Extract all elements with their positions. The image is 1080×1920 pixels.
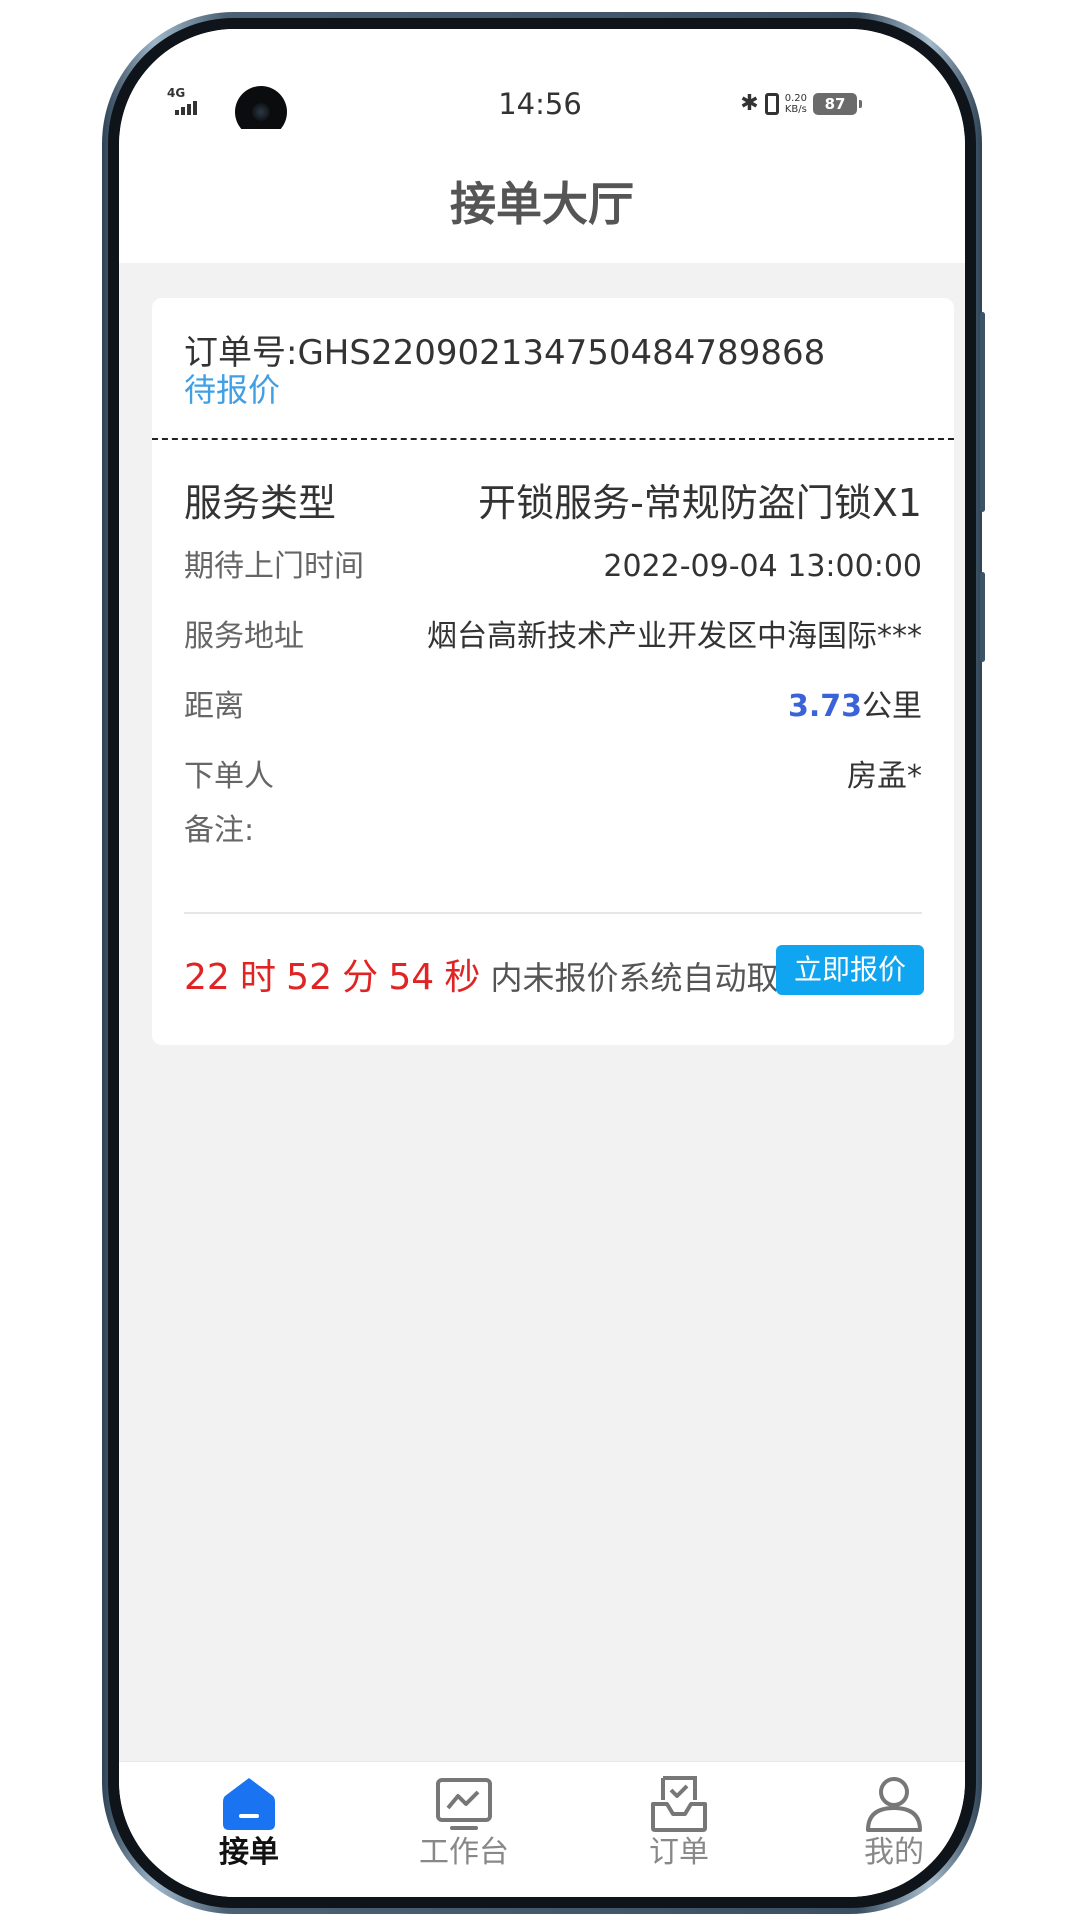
page-header: 接单大厅 [119,129,965,263]
expected-time-label: 期待上门时间 [184,549,364,584]
expected-time-value: 2022-09-04 13:00:00 [603,549,922,584]
vibrate-icon [764,93,779,115]
countdown-seconds-unit: 秒 [444,957,481,998]
phone-bezel: 4G 14:56 ✱ 0.20 KB/s 87 接单大厅 订单号:GHS2209… [108,18,976,1908]
network-speed: 0.20 KB/s [785,93,807,115]
tab-orders[interactable]: 订单 [579,1772,779,1870]
phone-screen: 4G 14:56 ✱ 0.20 KB/s 87 接单大厅 订单号:GHS2209… [119,29,965,1897]
order-number: 订单号:GHS2209021347504847898​68 [184,333,826,373]
address-value: 烟台高新技术产业开发区中海国际*** [427,619,922,654]
remark-label: 备注: [184,813,255,848]
tab-mine[interactable]: 我的 [794,1772,965,1870]
customer-row: 下单人 房孟* [184,762,922,792]
tab-label-mine: 我的 [864,1835,924,1870]
user-icon [866,1777,922,1832]
power-button [980,572,985,662]
customer-label: 下单人 [184,759,274,794]
distance-unit: 公里 [862,689,922,724]
tab-label-workbench: 工作台 [419,1835,509,1870]
status-bar: 4G 14:56 ✱ 0.20 KB/s 87 [119,29,965,138]
tab-label-orders: 订单 [649,1835,709,1870]
distance-value: 3.73 [787,689,862,724]
volume-button [980,312,985,512]
countdown-minutes: 52 [286,957,332,998]
tab-workbench[interactable]: 工作台 [364,1772,564,1870]
countdown-text: 22 时 52 分 54 秒 内未报价系统自动取消 [184,960,811,996]
remark-row: 备注: [184,816,922,846]
countdown-hours: 22 [184,957,230,998]
battery-icon: 87 [813,93,862,115]
quote-now-button[interactable]: 立即报价 [776,945,924,995]
countdown-suffix: 内未报价系统自动取消 [490,959,811,997]
order-status: 待报价 [184,371,281,409]
speed-unit: KB/s [784,104,807,115]
status-indicators: ✱ 0.20 KB/s 87 [740,91,862,116]
distance-row: 距离 3.73公里 [184,692,922,722]
order-card[interactable]: 订单号:GHS2209021347504847898​68 待报价 服务类型 开… [152,298,954,1045]
distance-label: 距离 [184,689,244,724]
service-type-value: 开锁服务-常规防盗门锁X1 [478,481,922,525]
card-divider [184,912,922,914]
service-type-row: 服务类型 开锁服务-常规防盗门锁X1 [184,484,922,522]
tab-orders-hall[interactable]: 接单 [149,1772,349,1870]
inbox-check-icon [651,1776,707,1832]
countdown-hours-unit: 时 [239,957,276,998]
distance-value-group: 3.73公里 [788,692,922,722]
address-row: 服务地址 烟台高新技术产业开发区中海国际*** [184,622,922,652]
address-label: 服务地址 [184,619,304,654]
monitor-chart-icon [436,1778,492,1830]
dashed-divider [152,438,954,440]
countdown-seconds: 54 [388,957,435,998]
customer-value: 房孟* [847,759,922,794]
speed-value: 0.20 [784,93,807,104]
tab-label-orders-hall: 接单 [219,1835,279,1870]
countdown-minutes-unit: 分 [342,957,379,998]
home-icon [223,1778,275,1830]
bluetooth-icon: ✱ [740,91,759,116]
phone-frame: 4G 14:56 ✱ 0.20 KB/s 87 接单大厅 订单号:GHS2209… [102,12,985,1914]
service-type-label: 服务类型 [184,481,337,525]
bottom-tab-bar: 接单 工作台 订单 我的 [119,1761,965,1897]
expected-time-row: 期待上门时间 2022-09-04 13:00:00 [184,552,922,582]
page-title: 接单大厅 [450,177,634,231]
